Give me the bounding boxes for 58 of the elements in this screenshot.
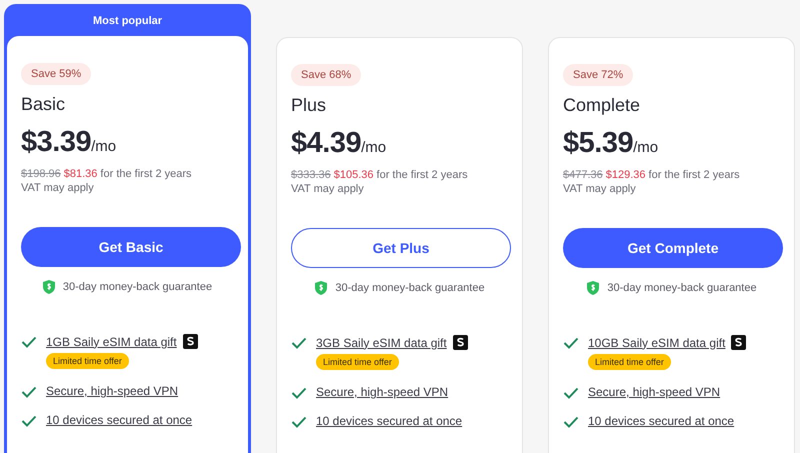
check-icon bbox=[21, 386, 37, 398]
price-period: /mo bbox=[361, 139, 386, 156]
check-icon bbox=[563, 387, 579, 399]
price-note: for the first 2 years bbox=[648, 169, 740, 181]
get-plan-button[interactable]: Get Basic bbox=[21, 227, 241, 267]
offer-tag: Limited time offer bbox=[46, 353, 129, 369]
guarantee-text: 30-day money-back guarantee bbox=[62, 281, 212, 293]
plan-name: Complete bbox=[563, 95, 640, 116]
vat-note: VAT may apply bbox=[563, 183, 636, 195]
discount-tag: Save 72% bbox=[563, 64, 634, 86]
original-price: $198.96 bbox=[21, 168, 61, 180]
vat-note: VAT may apply bbox=[291, 183, 364, 195]
check-icon bbox=[563, 337, 579, 349]
vat-note: VAT may apply bbox=[21, 182, 94, 194]
original-price: $333.36 bbox=[291, 169, 331, 181]
feature-link[interactable]: Secure, high-speed VPN bbox=[316, 385, 448, 399]
price-period: /mo bbox=[633, 139, 658, 156]
price-note: for the first 2 years bbox=[376, 169, 468, 181]
offer-tag: Limited time offer bbox=[316, 354, 399, 370]
feature-link[interactable]: 1GB Saily eSIM data gift bbox=[46, 334, 177, 348]
check-icon bbox=[563, 416, 579, 428]
popular-label: Most popular bbox=[92, 15, 162, 29]
feature-link[interactable]: 10 devices secured at once bbox=[316, 414, 462, 428]
feature-link[interactable]: Secure, high-speed VPN bbox=[588, 385, 720, 399]
discounted-price: $129.36 bbox=[606, 169, 646, 181]
shield-icon bbox=[587, 281, 600, 295]
plan-price: $3.39 bbox=[21, 126, 92, 159]
discount-tag: Save 68% bbox=[291, 64, 362, 86]
discounted-price: $81.36 bbox=[64, 168, 98, 180]
guarantee-text: 30-day money-back guarantee bbox=[335, 282, 485, 294]
original-price: $477.36 bbox=[563, 169, 603, 181]
esim-logo-icon bbox=[452, 335, 468, 350]
guarantee-text: 30-day money-back guarantee bbox=[607, 282, 757, 294]
check-icon bbox=[21, 336, 37, 348]
plan-price: $4.39 bbox=[291, 127, 362, 160]
feature-link[interactable]: 10GB Saily eSIM data gift bbox=[588, 336, 726, 350]
feature-link[interactable]: Secure, high-speed VPN bbox=[46, 384, 178, 398]
plan-name: Basic bbox=[21, 94, 66, 115]
get-plan-button[interactable]: Get Plus bbox=[291, 228, 511, 268]
price-period: /mo bbox=[91, 138, 116, 155]
feature-link[interactable]: 10 devices secured at once bbox=[588, 414, 734, 428]
plan-price: $5.39 bbox=[563, 127, 634, 160]
get-plan-button[interactable]: Get Complete bbox=[563, 228, 783, 268]
check-icon bbox=[291, 387, 307, 399]
feature-link[interactable]: 10 devices secured at once bbox=[46, 413, 192, 427]
shield-icon bbox=[42, 280, 55, 294]
esim-logo-icon bbox=[182, 334, 198, 349]
price-note: for the first 2 years bbox=[100, 168, 192, 180]
check-icon bbox=[21, 415, 37, 427]
offer-tag: Limited time offer bbox=[588, 354, 671, 370]
discounted-price: $105.36 bbox=[334, 169, 374, 181]
check-icon bbox=[291, 337, 307, 349]
discount-tag: Save 59% bbox=[21, 63, 92, 85]
check-icon bbox=[291, 416, 307, 428]
shield-icon bbox=[315, 281, 328, 295]
feature-link[interactable]: 3GB Saily eSIM data gift bbox=[316, 336, 447, 350]
esim-logo-icon bbox=[731, 335, 746, 350]
plan-name: Plus bbox=[291, 95, 326, 116]
